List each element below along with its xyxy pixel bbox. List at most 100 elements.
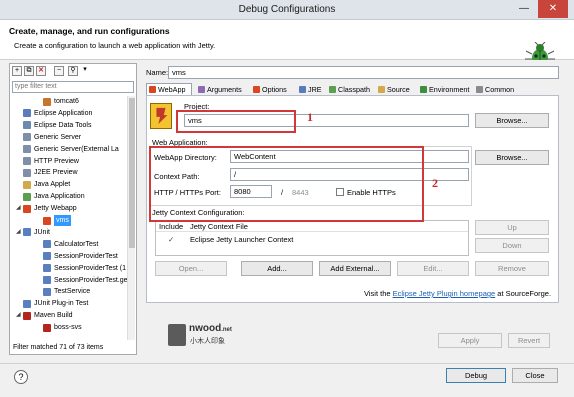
tree-item[interactable]: ◢ Jetty Webapp <box>16 203 77 214</box>
tree-scrollbar[interactable] <box>127 96 135 340</box>
name-label: Name: <box>146 68 169 77</box>
tree-item-label: J2EE Preview <box>34 169 78 177</box>
name-input[interactable]: vms <box>168 66 559 79</box>
jetty-homepage-link[interactable]: Eclipse Jetty Plugin homepage <box>393 289 496 298</box>
config-type-icon <box>23 145 31 154</box>
tree-item[interactable]: tomcat6 <box>36 96 79 107</box>
watermark: nwood.net 小木人印象 <box>168 322 248 350</box>
chevron-down-icon[interactable]: ▾ <box>80 66 90 76</box>
tree-item-label: JUnit Plug-in Test <box>34 300 89 308</box>
tree-item[interactable]: ◢ JUnit <box>16 227 50 238</box>
tab-jre[interactable]: JRE <box>299 83 322 95</box>
config-type-icon <box>23 180 31 189</box>
context-file-cell: Eclipse Jetty Launcher Context <box>190 235 294 244</box>
filter-icon[interactable]: ⚲ <box>68 66 78 76</box>
title-bar: Debug Configurations — ✕ <box>0 0 574 20</box>
table-header: Include Jetty Context File <box>156 221 468 232</box>
watermark-line2: 小木人印象 <box>190 338 225 345</box>
tree-item[interactable]: CalculatorTest <box>36 239 98 250</box>
tree-item[interactable]: Generic Server(External La <box>16 144 119 155</box>
config-type-icon <box>43 252 51 261</box>
dialog-footer: ? Debug Close <box>0 363 574 397</box>
window-title: Debug Configurations <box>238 4 336 15</box>
annotation-label-1: 1 <box>307 110 313 124</box>
column-include: Include <box>159 222 184 231</box>
annotation-box-1 <box>176 110 296 133</box>
tree-item-label: boss-svs <box>54 324 82 332</box>
new-config-icon[interactable]: + <box>12 66 22 76</box>
config-type-icon <box>23 311 31 320</box>
tree-item-label: Eclipse Application <box>34 109 93 117</box>
tree-item[interactable]: ◢ Maven Build <box>16 310 73 321</box>
minimize-button[interactable]: — <box>514 0 534 18</box>
header-subtitle: Create a configuration to launch a web a… <box>14 41 216 50</box>
tree-item-label: Generic Server <box>34 133 82 141</box>
tree-item-label: Eclipse Data Tools <box>34 121 92 129</box>
tree-item[interactable]: TestService <box>36 286 90 297</box>
config-type-icon <box>43 287 51 296</box>
watermark-logo-icon <box>168 324 186 346</box>
tree-item[interactable]: HTTP Preview <box>16 156 79 167</box>
open-button[interactable]: Open... <box>155 261 227 276</box>
tree-item-label: Java Application <box>34 193 85 201</box>
config-type-icon <box>23 192 31 201</box>
delete-icon[interactable]: ✕ <box>36 66 46 76</box>
collapse-all-icon[interactable]: − <box>54 66 64 76</box>
filter-input[interactable]: type filter text <box>12 81 134 93</box>
close-window-button[interactable]: ✕ <box>538 0 568 18</box>
tree-item-label: vms <box>54 215 71 226</box>
down-button[interactable]: Down <box>475 238 549 253</box>
apply-button[interactable]: Apply <box>438 333 502 348</box>
config-type-icon <box>23 204 31 213</box>
tree-item[interactable]: Eclipse Data Tools <box>16 120 91 131</box>
tree-item[interactable]: boss-svs <box>36 322 82 333</box>
expand-arrow-icon[interactable]: ◢ <box>16 227 22 238</box>
tab-arguments[interactable]: Arguments <box>198 83 242 95</box>
tree-item-label: SessionProviderTest (1 <box>54 264 126 272</box>
tree-item-label: Jetty Webapp <box>34 205 77 213</box>
tab-options[interactable]: Options <box>253 83 287 95</box>
dialog-header: Create, manage, and run configurations C… <box>0 20 574 69</box>
tab-source[interactable]: Source <box>378 83 410 95</box>
remove-button[interactable]: Remove <box>475 261 549 276</box>
config-type-icon <box>43 276 51 284</box>
tree-item[interactable]: Java Applet <box>16 179 70 190</box>
expand-arrow-icon[interactable]: ◢ <box>16 310 22 321</box>
config-type-icon <box>43 216 51 225</box>
tree-item[interactable]: Generic Server <box>16 132 81 143</box>
tree-item-label: Java Applet <box>34 181 71 189</box>
up-button[interactable]: Up <box>475 220 549 235</box>
tree-item-label: Generic Server(External La <box>34 145 119 153</box>
duplicate-icon[interactable]: ⧉ <box>24 66 34 76</box>
config-type-icon <box>43 97 51 106</box>
tree-item[interactable]: SessionProviderTest.ge <box>36 275 128 286</box>
add-external-button[interactable]: Add External... <box>319 261 391 276</box>
add-button[interactable]: Add... <box>241 261 313 276</box>
edit-button[interactable]: Edit... <box>397 261 469 276</box>
tree-item[interactable]: SessionProviderTest <box>36 251 118 262</box>
browse-webapp-button[interactable]: Browse... <box>475 150 549 165</box>
tab-common[interactable]: Common <box>476 83 514 95</box>
tab-webapp[interactable]: WebApp <box>146 83 192 95</box>
tab-classpath[interactable]: Classpath <box>329 83 370 95</box>
tree-item[interactable]: Eclipse Application <box>16 108 92 119</box>
annotation-label-2: 2 <box>432 176 438 190</box>
table-row[interactable]: ✓ Eclipse Jetty Launcher Context <box>156 234 468 245</box>
expand-arrow-icon[interactable]: ◢ <box>16 203 22 214</box>
debug-button[interactable]: Debug <box>446 368 506 383</box>
tree-item[interactable]: SessionProviderTest (1 <box>36 263 126 274</box>
tree-item[interactable]: J2EE Preview <box>16 167 78 178</box>
help-icon[interactable]: ? <box>14 370 28 384</box>
revert-button[interactable]: Revert <box>508 333 550 348</box>
close-button[interactable]: Close <box>512 368 558 383</box>
column-context-file: Jetty Context File <box>190 222 248 231</box>
browse-project-button[interactable]: Browse... <box>475 113 549 128</box>
config-type-icon <box>23 133 31 142</box>
tree-item[interactable]: vms <box>36 215 71 226</box>
tab-environment[interactable]: Environment <box>420 83 469 95</box>
include-checkbox[interactable]: ✓ <box>168 235 174 244</box>
tree-item[interactable]: Java Application <box>16 191 85 202</box>
tree-item[interactable]: JUnit Plug-in Test <box>16 298 88 309</box>
config-type-icon <box>43 240 51 249</box>
config-type-icon <box>23 299 31 308</box>
